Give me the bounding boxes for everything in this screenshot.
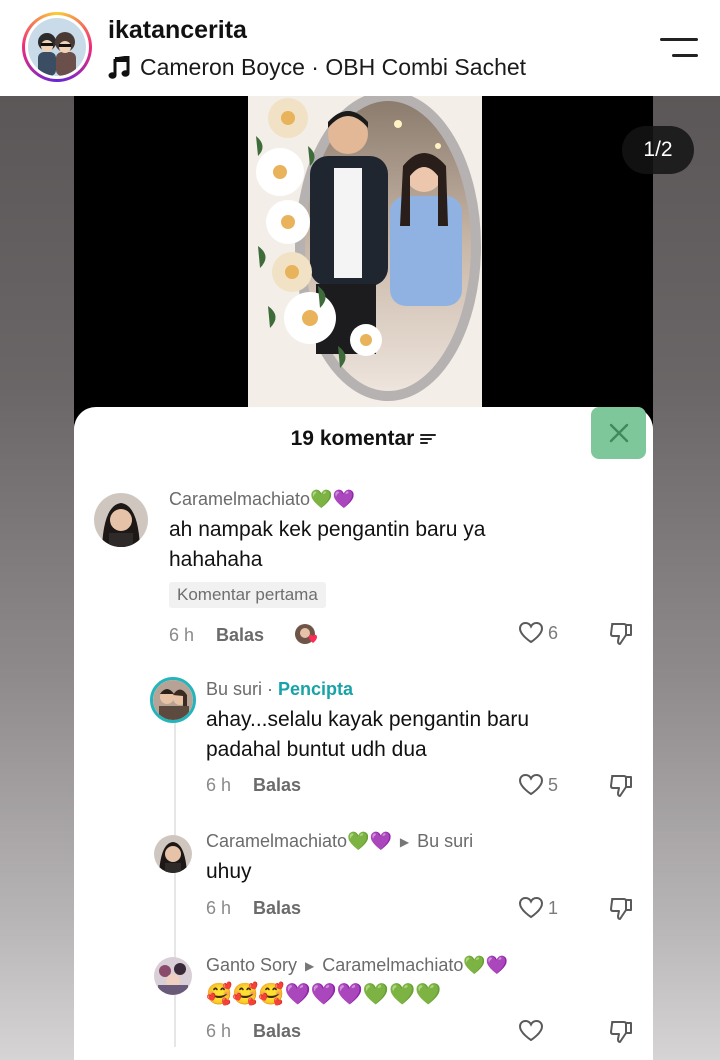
like-button[interactable]: 1 — [518, 896, 558, 920]
comments-header: 19 komentar — [74, 427, 653, 451]
comment-time: 6 h — [206, 1021, 232, 1041]
comment-text: ahay...selalu kayak pengantin baru padah… — [206, 708, 529, 761]
comment-text: 🥰🥰🥰💜💜💜💚💚💚 — [206, 983, 442, 1006]
comments-sheet: 19 komentar Caramelmachiato 💚💜 ah nampak… — [74, 407, 653, 1060]
reply-button[interactable]: Balas — [253, 1021, 301, 1042]
thumbs-down-icon[interactable] — [609, 773, 633, 804]
commenter-avatar[interactable] — [154, 835, 192, 873]
reply-to-name[interactable]: Bu suri — [417, 831, 473, 852]
comment-meta: 6 h Balas — [206, 775, 301, 796]
commenter-name[interactable]: Caramelmachiato 💚💜 — [169, 489, 355, 510]
music-note-icon — [108, 54, 130, 80]
heart-outline-icon — [518, 896, 544, 919]
comment-time: 6 h — [206, 898, 232, 918]
post-photo — [248, 96, 482, 408]
heart-outline-icon — [518, 773, 544, 796]
commenter-name[interactable]: Caramelmachiato 💚💜 ▶ Bu suri — [206, 831, 473, 852]
hamburger-menu-icon[interactable] — [656, 34, 698, 62]
like-button[interactable]: 5 — [518, 773, 558, 797]
like-count: 5 — [548, 774, 559, 795]
post-media[interactable] — [74, 96, 653, 426]
like-button[interactable] — [518, 1019, 548, 1043]
reply-to-name[interactable]: Caramelmachiato — [322, 955, 463, 976]
reply-arrow-icon: ▶ — [305, 958, 315, 973]
reply-thread-line — [174, 707, 176, 1047]
commenter-name[interactable]: Ganto Sory ▶ Caramelmachiato 💚💜 — [206, 955, 508, 976]
heart-outline-icon — [518, 621, 544, 644]
commenter-avatar[interactable] — [94, 493, 148, 547]
commenter-avatar[interactable] — [154, 957, 192, 995]
reply-arrow-icon: ▶ — [399, 834, 410, 849]
comments-count: 19 komentar — [290, 427, 415, 450]
page-counter: 1/2 — [622, 126, 694, 174]
like-count: 1 — [548, 897, 559, 918]
reply-button[interactable]: Balas — [253, 775, 301, 796]
thumbs-down-icon[interactable] — [609, 621, 633, 652]
post-header: ikatancerita Cameron Boyce · OBH Combi S… — [0, 0, 720, 96]
comment-time: 6 h — [169, 624, 195, 645]
reply-button[interactable]: Balas — [216, 625, 264, 646]
commenter-name[interactable]: Bu suri · Pencipta — [206, 679, 353, 700]
avatar-image — [28, 18, 86, 76]
reply-button[interactable]: Balas — [253, 898, 301, 919]
sort-icon[interactable] — [420, 432, 437, 446]
first-comment-badge: Komentar pertama — [169, 582, 326, 608]
heart-outline-icon — [518, 1019, 544, 1042]
comment-meta: 6 h Balas — [206, 898, 301, 919]
comment-time: 6 h — [206, 775, 232, 795]
creator-label: Pencipta — [278, 679, 354, 699]
thumbs-down-icon[interactable] — [609, 1019, 633, 1050]
comment-meta: 6 h Balas — [169, 623, 318, 647]
thumbs-down-icon[interactable] — [609, 896, 633, 927]
close-icon[interactable] — [591, 407, 646, 459]
creator-liked-avatar — [294, 623, 318, 647]
like-count: 6 — [548, 622, 559, 643]
music-title: Cameron Boyce · OBH Combi Sachet — [140, 54, 527, 80]
like-button[interactable]: 6 — [518, 621, 558, 645]
creator-avatar[interactable] — [150, 677, 196, 723]
profile-avatar[interactable] — [22, 12, 92, 82]
comment-meta: 6 h Balas — [206, 1021, 301, 1042]
comment-text: uhuy — [206, 860, 252, 883]
comment-text: ah nampak kek pengantin baru ya hahahaha — [169, 518, 486, 571]
username[interactable]: ikatancerita — [108, 16, 247, 45]
music-info[interactable]: Cameron Boyce · OBH Combi Sachet — [108, 54, 526, 81]
